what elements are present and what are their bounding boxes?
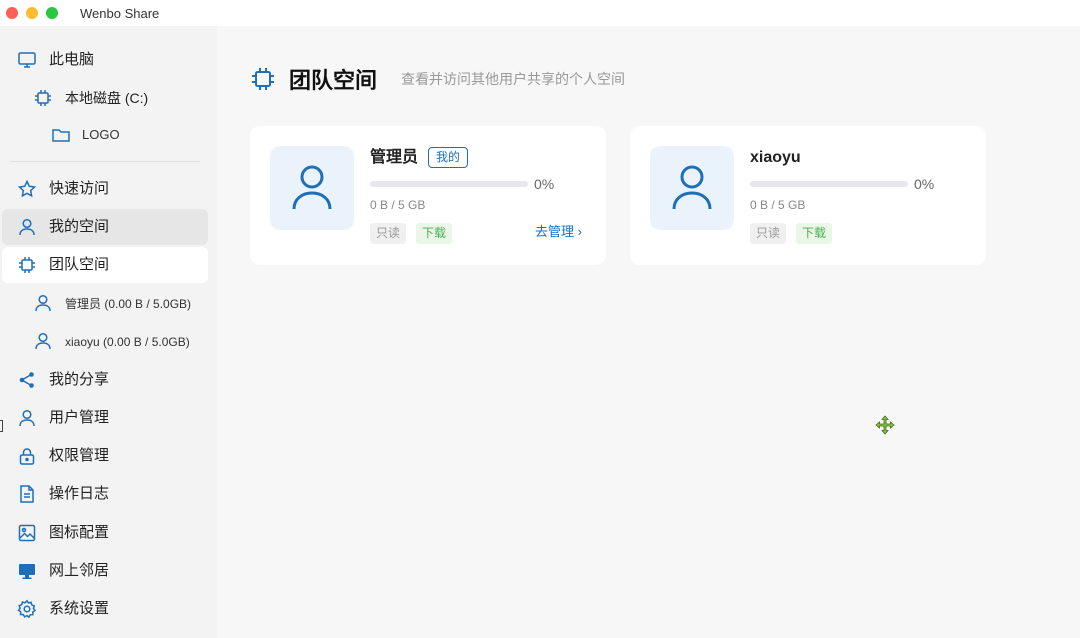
space-card-xiaoyu[interactable]: xiaoyu 0% 0 B / 5 GB 只读 下载 bbox=[630, 126, 986, 265]
chip-icon bbox=[19, 257, 35, 273]
avatar bbox=[270, 146, 354, 230]
sidebar-item-label: LOGO bbox=[82, 127, 120, 142]
minimize-window-button[interactable] bbox=[26, 7, 38, 19]
window-edge-marker bbox=[0, 420, 3, 432]
document-icon bbox=[20, 485, 34, 503]
maximize-window-button[interactable] bbox=[46, 7, 58, 19]
download-badge: 下载 bbox=[416, 223, 453, 244]
sidebar-item-user-management[interactable]: 用户管理 bbox=[2, 400, 208, 436]
share-icon bbox=[19, 372, 34, 388]
sidebar: 此电脑 本地磁盘 (C:) LOGO 快速访问 我的空间 团队空间 管理员 (0… bbox=[0, 26, 217, 638]
sidebar-item-label: 我的空间 bbox=[49, 218, 110, 235]
read-only-badge: 只读 bbox=[750, 223, 787, 244]
sidebar-item-this-pc[interactable]: 此电脑 bbox=[2, 42, 208, 78]
main-content: 团队空间 查看并访问其他用户共享的个人空间 管理员 我的 0% 0 B / 5 … bbox=[217, 26, 1080, 638]
chip-icon bbox=[252, 68, 274, 90]
sidebar-item-logo-folder[interactable]: LOGO bbox=[2, 117, 208, 153]
window-controls bbox=[6, 7, 58, 19]
chip-icon bbox=[35, 90, 51, 106]
sidebar-divider bbox=[10, 161, 200, 162]
usage-progress-bar bbox=[370, 181, 528, 187]
title-bar: Wenbo Share bbox=[0, 0, 1080, 26]
sidebar-item-quick-access[interactable]: 快速访问 bbox=[2, 171, 208, 207]
space-card-admin[interactable]: 管理员 我的 0% 0 B / 5 GB 只读 下载 去管理 › bbox=[250, 126, 606, 265]
usage-text: 0 B / 5 GB bbox=[370, 198, 426, 212]
sidebar-item-network-neighbors[interactable]: 网上邻居 bbox=[2, 553, 208, 589]
page-title: 团队空间 bbox=[289, 68, 378, 93]
manage-link[interactable]: 去管理 › bbox=[535, 224, 582, 240]
user-icon bbox=[292, 165, 332, 210]
sidebar-item-xiaoyu-space[interactable]: xiaoyu (0.00 B / 5.0GB) bbox=[2, 323, 208, 359]
mine-badge: 我的 bbox=[428, 147, 469, 168]
sidebar-item-local-disk[interactable]: 本地磁盘 (C:) bbox=[2, 80, 208, 116]
user-icon bbox=[19, 409, 35, 427]
sidebar-item-label: 用户管理 bbox=[49, 409, 110, 426]
download-badge: 下载 bbox=[796, 223, 833, 244]
sidebar-item-label: 此电脑 bbox=[49, 51, 95, 68]
sidebar-item-label: 本地磁盘 (C:) bbox=[65, 90, 149, 106]
monitor-icon bbox=[18, 52, 36, 68]
move-cursor-icon bbox=[875, 415, 895, 435]
star-icon bbox=[17, 179, 37, 198]
avatar bbox=[650, 146, 734, 230]
gear-icon bbox=[17, 599, 37, 619]
usage-percent: 0% bbox=[534, 176, 555, 192]
space-owner-name: 管理员 bbox=[370, 149, 419, 166]
folder-icon bbox=[52, 129, 70, 142]
sidebar-item-label: 管理员 (0.00 B / 5.0GB) bbox=[65, 297, 192, 311]
sidebar-item-admin-space[interactable]: 管理员 (0.00 B / 5.0GB) bbox=[2, 285, 208, 321]
user-icon bbox=[35, 332, 51, 350]
user-icon bbox=[19, 218, 35, 236]
usage-text: 0 B / 5 GB bbox=[750, 198, 806, 212]
sidebar-item-operation-log[interactable]: 操作日志 bbox=[2, 476, 208, 512]
read-only-badge: 只读 bbox=[370, 223, 407, 244]
sidebar-item-my-shares[interactable]: 我的分享 bbox=[2, 362, 208, 398]
sidebar-item-label: 网上邻居 bbox=[49, 562, 110, 579]
lock-icon bbox=[19, 448, 35, 465]
sidebar-item-label: 系统设置 bbox=[49, 600, 110, 617]
sidebar-item-label: 操作日志 bbox=[49, 485, 110, 502]
sidebar-item-permission-management[interactable]: 权限管理 bbox=[2, 438, 208, 474]
sidebar-item-label: 团队空间 bbox=[49, 256, 110, 273]
sidebar-item-icon-config[interactable]: 图标配置 bbox=[2, 515, 208, 551]
usage-progress-bar bbox=[750, 181, 908, 187]
sidebar-item-system-settings[interactable]: 系统设置 bbox=[2, 591, 208, 627]
user-icon bbox=[672, 165, 712, 210]
sidebar-item-label: xiaoyu (0.00 B / 5.0GB) bbox=[65, 335, 190, 349]
page-subtitle: 查看并访问其他用户共享的个人空间 bbox=[401, 71, 626, 87]
sidebar-item-my-space[interactable]: 我的空间 bbox=[2, 209, 208, 245]
close-window-button[interactable] bbox=[6, 7, 18, 19]
space-owner-name: xiaoyu bbox=[750, 149, 801, 166]
sidebar-item-team-space[interactable]: 团队空间 bbox=[2, 247, 208, 283]
sidebar-item-label: 我的分享 bbox=[49, 371, 110, 388]
sidebar-item-label: 权限管理 bbox=[49, 447, 110, 464]
image-icon bbox=[18, 524, 36, 542]
sidebar-item-label: 图标配置 bbox=[49, 524, 110, 541]
window-title: Wenbo Share bbox=[80, 5, 160, 21]
network-monitor-icon bbox=[19, 564, 35, 579]
usage-percent: 0% bbox=[914, 176, 935, 192]
page-header: 团队空间 查看并访问其他用户共享的个人空间 bbox=[249, 64, 625, 94]
user-icon bbox=[35, 294, 51, 312]
sidebar-item-label: 快速访问 bbox=[49, 180, 110, 197]
